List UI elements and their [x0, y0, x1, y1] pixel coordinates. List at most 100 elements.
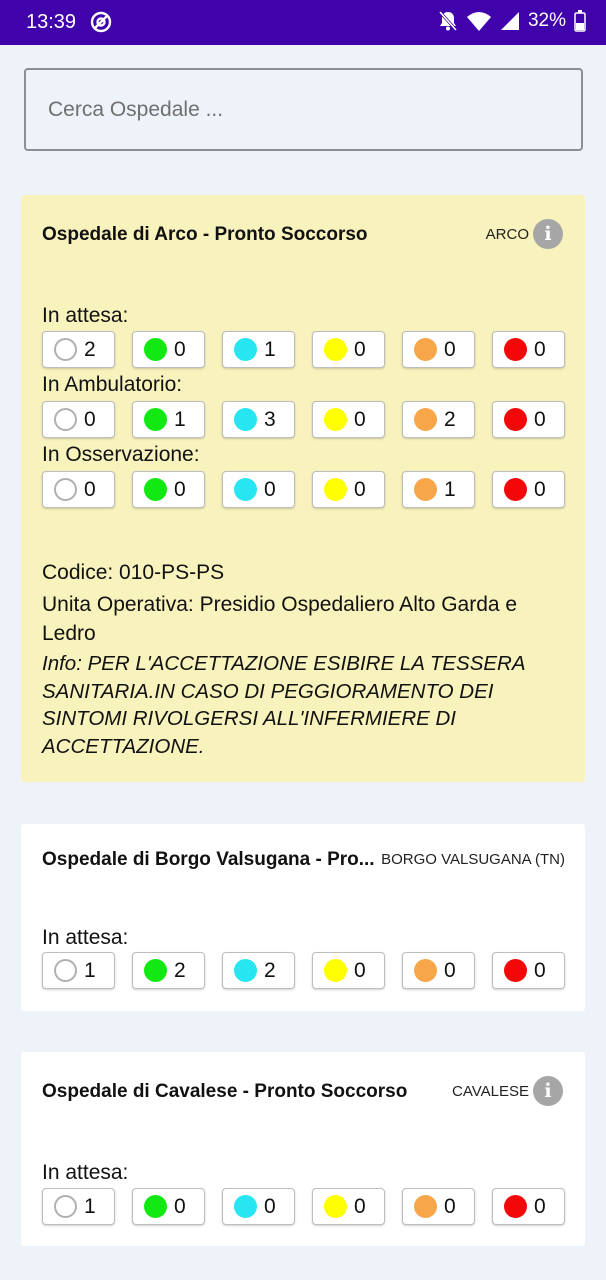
count-chip-cyan: 1	[222, 331, 295, 368]
status-icons: 32%	[438, 10, 586, 32]
count-value: 1	[444, 478, 456, 501]
orange-code-dot-icon	[414, 338, 437, 361]
city-label: ARCO	[485, 225, 529, 243]
count-chip-orange: 0	[402, 331, 475, 368]
red-code-dot-icon	[504, 1195, 527, 1218]
orange-code-dot-icon	[414, 1195, 437, 1218]
count-chip-green: 2	[132, 952, 205, 989]
hospital-card[interactable]: Ospedale di Borgo Valsugana - Pro... BOR…	[21, 824, 585, 1011]
count-value: 0	[174, 1195, 186, 1218]
count-value: 0	[264, 478, 276, 501]
yellow-code-dot-icon	[324, 408, 347, 431]
count-chip-green: 0	[132, 471, 205, 508]
count-chip-white: 1	[42, 1188, 115, 1225]
count-value: 1	[174, 408, 186, 431]
count-chip-white: 2	[42, 331, 115, 368]
search-box[interactable]	[24, 68, 583, 151]
count-chip-orange: 2	[402, 401, 475, 438]
status-time: 13:39	[26, 11, 77, 33]
green-code-dot-icon	[144, 338, 167, 361]
hospital-name: Ospedale di Cavalese - Pronto Soccorso	[42, 1081, 408, 1102]
count-value: 0	[354, 959, 366, 982]
city-label: CAVALESE	[452, 1082, 529, 1100]
notifications-off-icon	[438, 11, 458, 31]
red-code-dot-icon	[504, 408, 527, 431]
count-value: 0	[444, 959, 456, 982]
yellow-code-dot-icon	[324, 478, 347, 501]
count-chip-red: 0	[492, 952, 565, 989]
cyan-code-dot-icon	[234, 338, 257, 361]
count-value: 0	[174, 478, 186, 501]
count-value: 1	[84, 1195, 96, 1218]
hospital-city: ARCO i	[486, 219, 563, 249]
count-chip-white: 1	[42, 952, 115, 989]
wifi-icon	[466, 12, 491, 31]
count-chip-orange: 1	[402, 471, 475, 508]
count-value: 0	[84, 408, 96, 431]
count-chip-yellow: 0	[312, 952, 385, 989]
count-chip-white: 0	[42, 471, 115, 508]
cyan-code-dot-icon	[234, 478, 257, 501]
count-chip-green: 0	[132, 1188, 205, 1225]
hospital-name: Ospedale di Arco - Pronto Soccorso	[42, 224, 368, 245]
count-value: 0	[534, 478, 546, 501]
green-code-dot-icon	[144, 959, 167, 982]
red-code-dot-icon	[504, 478, 527, 501]
info-text: Info: PER L'ACCETTAZIONE ESIBIRE LA TESS…	[42, 652, 525, 758]
orange-code-dot-icon	[414, 959, 437, 982]
count-chip-green: 1	[132, 401, 205, 438]
count-value: 2	[444, 408, 456, 431]
count-chip-yellow: 0	[312, 401, 385, 438]
at-sign-icon	[90, 11, 112, 33]
search-input[interactable]	[26, 70, 581, 149]
red-code-dot-icon	[504, 338, 527, 361]
yellow-code-dot-icon	[324, 338, 347, 361]
count-value: 0	[84, 478, 96, 501]
section-label: In attesa:	[42, 926, 129, 949]
count-chip-red: 0	[492, 331, 565, 368]
count-value: 0	[174, 338, 186, 361]
count-value: 2	[264, 959, 276, 982]
battery-percent: 32%	[527, 10, 566, 31]
count-chip-red: 0	[492, 1188, 565, 1225]
status-bar: 13:39 32%	[0, 0, 606, 45]
count-chip-orange: 0	[402, 1188, 475, 1225]
hospital-card[interactable]: Ospedale di Arco - Pronto Soccorso ARCO …	[21, 195, 585, 782]
cyan-code-dot-icon	[234, 1195, 257, 1218]
count-chip-cyan: 0	[222, 1188, 295, 1225]
hospital-card[interactable]: Ospedale di Cavalese - Pronto Soccorso C…	[21, 1052, 585, 1246]
yellow-code-dot-icon	[324, 1195, 347, 1218]
count-value: 0	[444, 338, 456, 361]
green-code-dot-icon	[144, 1195, 167, 1218]
count-chip-yellow: 0	[312, 1188, 385, 1225]
count-value: 0	[444, 1195, 456, 1218]
section-label: In attesa:	[42, 1161, 129, 1184]
count-chip-white: 0	[42, 401, 115, 438]
count-value: 2	[174, 959, 186, 982]
info-icon[interactable]: i	[533, 219, 563, 249]
hospital-city: BORGO VALSUGANA (TN)	[381, 851, 565, 868]
white-code-dot-icon	[54, 338, 77, 361]
city-label: BORGO VALSUGANA (TN)	[381, 851, 565, 868]
count-chip-red: 0	[492, 471, 565, 508]
count-value: 0	[264, 1195, 276, 1218]
count-value: 3	[264, 408, 276, 431]
count-value: 0	[534, 959, 546, 982]
count-value: 0	[354, 478, 366, 501]
signal-icon	[500, 12, 519, 30]
count-chip-red: 0	[492, 401, 565, 438]
count-value: 0	[354, 338, 366, 361]
count-chip-cyan: 2	[222, 952, 295, 989]
orange-code-dot-icon	[414, 408, 437, 431]
green-code-dot-icon	[144, 408, 167, 431]
red-code-dot-icon	[504, 959, 527, 982]
info-icon[interactable]: i	[533, 1076, 563, 1106]
count-value: 0	[534, 1195, 546, 1218]
count-chip-cyan: 3	[222, 401, 295, 438]
cyan-code-dot-icon	[234, 959, 257, 982]
count-chip-yellow: 0	[312, 331, 385, 368]
count-chip-yellow: 0	[312, 471, 385, 508]
battery-icon	[574, 10, 586, 32]
green-code-dot-icon	[144, 478, 167, 501]
section-label: In attesa:	[42, 304, 129, 327]
